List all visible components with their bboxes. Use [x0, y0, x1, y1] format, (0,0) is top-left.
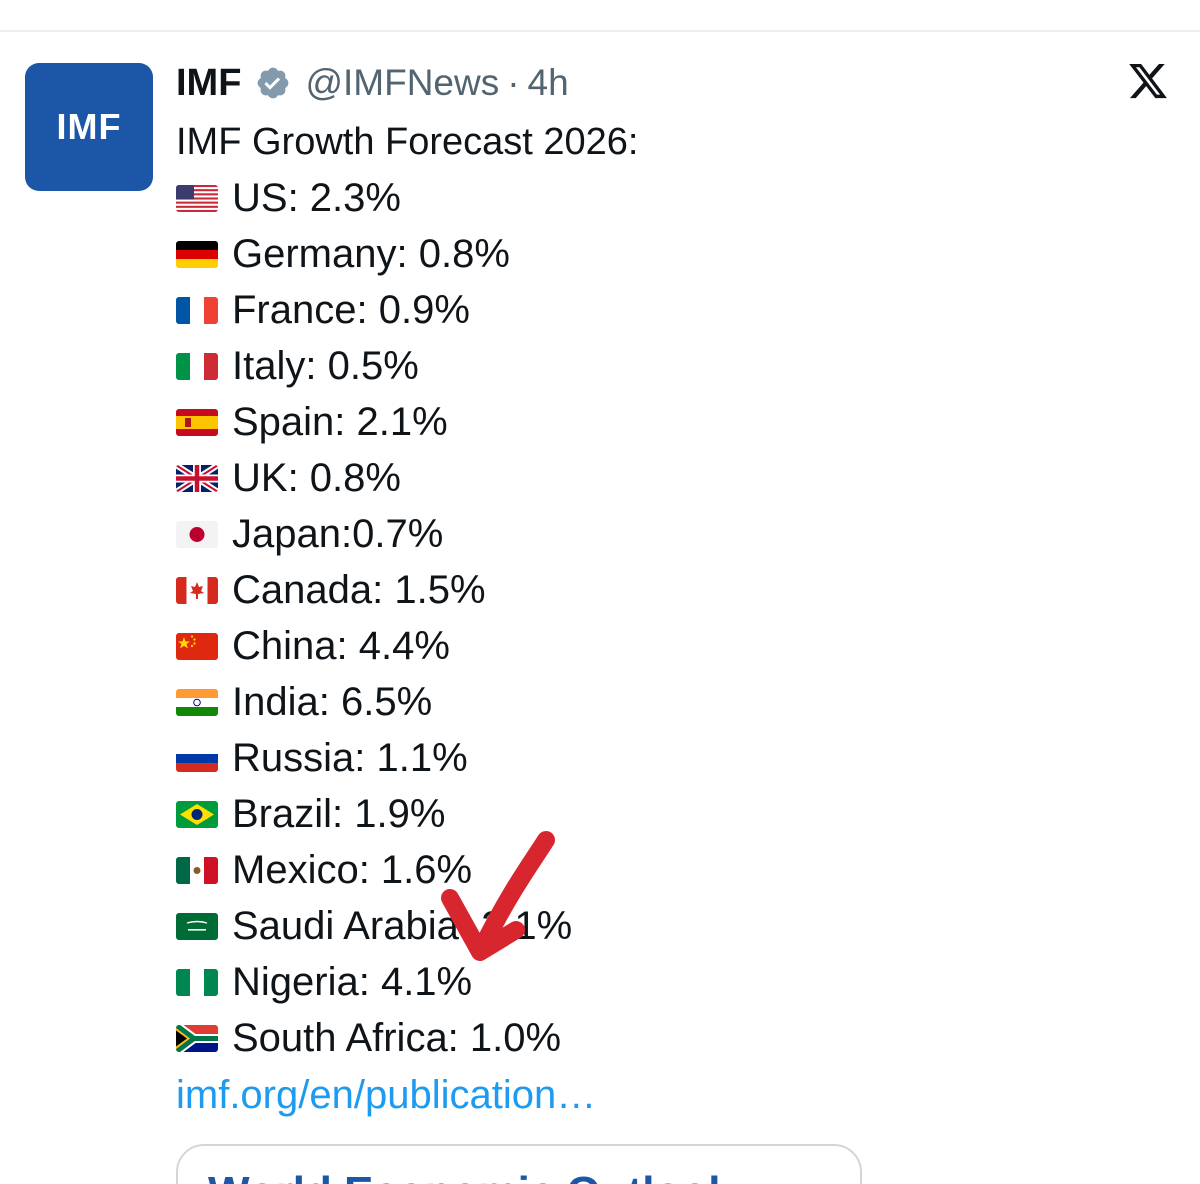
uk-flag-icon	[176, 464, 218, 492]
forecast-row-text: Canada: 1.5%	[232, 568, 486, 612]
saudi-arabia-flag-icon	[176, 912, 218, 940]
card-title: World Economic Outlook	[208, 1168, 733, 1184]
mexico-flag-icon	[176, 856, 218, 884]
author-name[interactable]: IMF	[176, 62, 241, 105]
forecast-row-text: Japan:0.7%	[232, 512, 444, 556]
nigeria-flag-icon	[176, 968, 218, 996]
forecast-row-text: China: 4.4%	[232, 624, 450, 668]
forecast-row-text: Spain: 2.1%	[232, 400, 448, 444]
china-flag-icon	[176, 632, 218, 660]
forecast-row-text: Mexico: 1.6%	[232, 848, 473, 892]
separator-dot: ·	[507, 62, 520, 103]
forecast-row: UK: 0.8%	[176, 450, 1166, 506]
italy-flag-icon	[176, 352, 218, 380]
forecast-row: Italy: 0.5%	[176, 338, 1166, 394]
forecast-row: US: 2.3%	[176, 170, 1166, 226]
tweet-header: IMF @IMFNews · 4h	[176, 58, 569, 108]
forecast-row: France: 0.9%	[176, 282, 1166, 338]
brazil-flag-icon	[176, 800, 218, 828]
forecast-row: South Africa: 1.0%	[176, 1010, 1166, 1066]
forecast-row-text: Germany: 0.8%	[232, 232, 510, 276]
forecast-row-text: Russia: 1.1%	[232, 736, 468, 780]
forecast-row-text: Brazil: 1.9%	[232, 792, 446, 836]
forecast-row: Saudi Arabia: 2.1%	[176, 898, 1166, 954]
canada-flag-icon	[176, 576, 218, 604]
germany-flag-icon	[176, 240, 218, 268]
spain-flag-icon	[176, 408, 218, 436]
forecast-row: India: 6.5%	[176, 674, 1166, 730]
link-preview-card[interactable]: World Economic Outlook	[176, 1144, 862, 1184]
forecast-row: Mexico: 1.6%	[176, 842, 1166, 898]
france-flag-icon	[176, 296, 218, 324]
forecast-row: Germany: 0.8%	[176, 226, 1166, 282]
russia-flag-icon	[176, 744, 218, 772]
forecast-row-text: Italy: 0.5%	[232, 344, 419, 388]
forecast-row: Brazil: 1.9%	[176, 786, 1166, 842]
forecast-row: Nigeria: 4.1%	[176, 954, 1166, 1010]
forecast-row: Japan:0.7%	[176, 506, 1166, 562]
south-africa-flag-icon	[176, 1024, 218, 1052]
forecast-row-text: Nigeria: 4.1%	[232, 960, 473, 1004]
verified-badge-icon	[255, 65, 291, 101]
forecast-row: Canada: 1.5%	[176, 562, 1166, 618]
forecast-row-text: US: 2.3%	[232, 176, 401, 220]
author-handle[interactable]: @IMFNews	[305, 62, 499, 104]
tweet-body: IMF Growth Forecast 2026: US: 2.3% German…	[176, 114, 1166, 1124]
forecast-list: US: 2.3% Germany: 0.8% France: 0.9% Italy: …	[176, 170, 1166, 1066]
forecast-row: Spain: 2.1%	[176, 394, 1166, 450]
india-flag-icon	[176, 688, 218, 716]
article-link[interactable]: imf.org/en/publication…	[176, 1066, 596, 1124]
tweet-title: IMF Growth Forecast 2026:	[176, 121, 639, 163]
avatar-text: IMF	[56, 106, 122, 147]
forecast-row-text: South Africa: 1.0%	[232, 1016, 562, 1060]
japan-flag-icon	[176, 520, 218, 548]
avatar[interactable]: IMF	[25, 63, 153, 191]
forecast-row-text: India: 6.5%	[232, 680, 433, 724]
x-logo-icon[interactable]	[1126, 60, 1170, 102]
forecast-row-text: UK: 0.8%	[232, 456, 401, 500]
top-divider	[0, 30, 1200, 32]
forecast-row-text: France: 0.9%	[232, 288, 470, 332]
forecast-row: Russia: 1.1%	[176, 730, 1166, 786]
forecast-row: China: 4.4%	[176, 618, 1166, 674]
us-flag-icon	[176, 184, 218, 212]
forecast-row-text: Saudi Arabia: 2.1%	[232, 904, 573, 948]
post-time[interactable]: 4h	[528, 62, 569, 104]
